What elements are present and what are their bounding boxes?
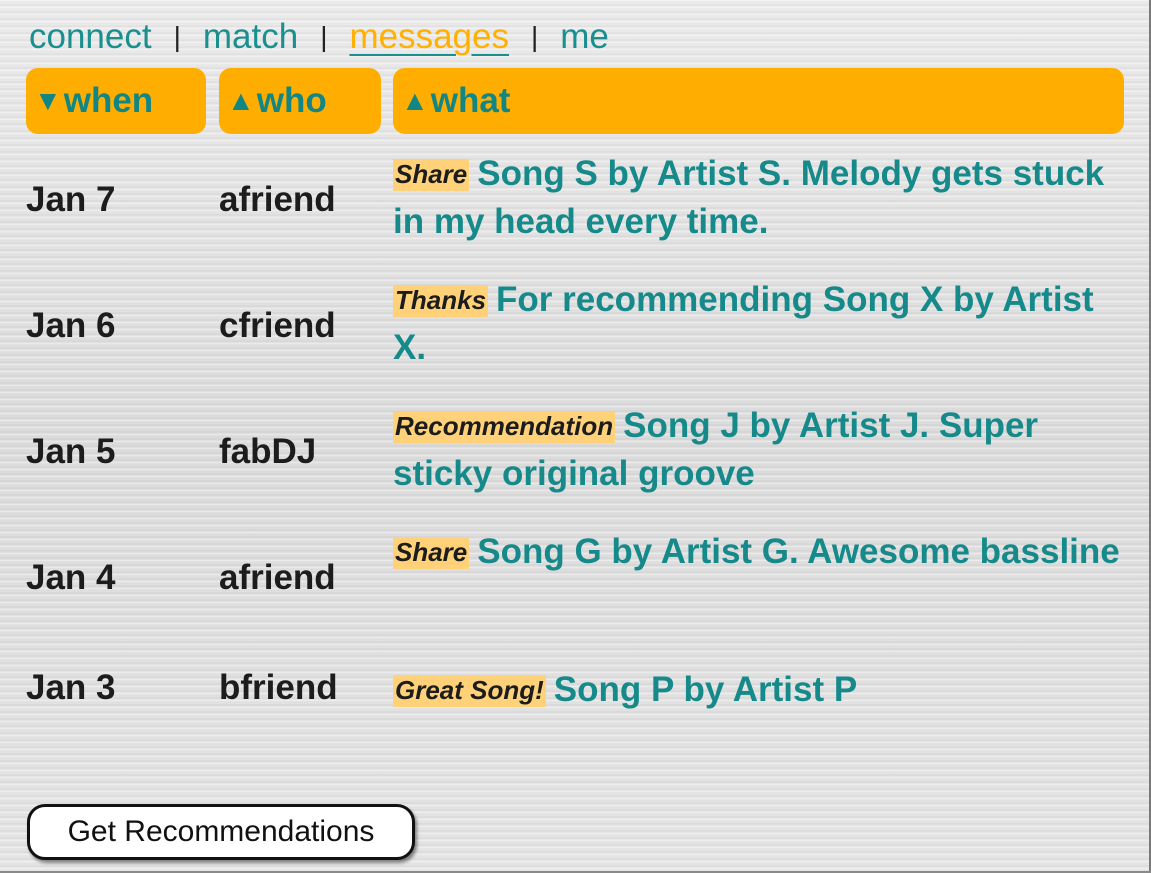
message-content[interactable]: Share Song S by Artist S. Melody gets stu… <box>393 150 1128 245</box>
message-tag: Recommendation <box>393 411 616 443</box>
message-date: Jan 3 <box>26 668 116 707</box>
nav-messages[interactable]: messages <box>349 17 509 57</box>
message-tag: Share <box>393 159 470 191</box>
sort-up-icon: ▲ <box>227 85 255 116</box>
nav-separator: | <box>320 21 328 52</box>
nav-connect[interactable]: connect <box>29 17 152 57</box>
message-text: Song G by Artist G. Awesome bassline <box>477 532 1120 571</box>
message-sender[interactable]: fabDJ <box>219 432 316 472</box>
top-nav: connect | match | messages | me <box>29 14 609 60</box>
get-recommendations-button[interactable]: Get Recommendations <box>27 804 415 860</box>
nav-separator: | <box>173 21 181 52</box>
message-sender[interactable]: cfriend <box>219 306 336 346</box>
sort-who-header[interactable]: ▲ who <box>219 68 381 134</box>
message-content[interactable]: Share Song G by Artist G. Awesome basslin… <box>393 528 1128 576</box>
message-sender[interactable]: bfriend <box>219 668 338 708</box>
header-label-what: what <box>430 81 511 120</box>
message-text: Song P by Artist P <box>553 670 858 709</box>
message-tag: Thanks <box>393 285 489 317</box>
message-date: Jan 5 <box>26 432 116 471</box>
message-sender[interactable]: afriend <box>219 180 336 220</box>
header-label-when: when <box>63 81 154 120</box>
message-date: Jan 7 <box>26 180 116 219</box>
sort-down-icon: ▼ <box>34 85 62 116</box>
sort-what-header[interactable]: ▲ what <box>393 68 1124 134</box>
message-date: Jan 4 <box>26 558 116 597</box>
nav-me[interactable]: me <box>560 17 609 57</box>
message-tag: Share <box>393 537 470 569</box>
message-sender[interactable]: afriend <box>219 558 336 598</box>
message-content[interactable]: Thanks For recommending Song X by Artist … <box>393 276 1128 371</box>
message-text: For recommending Song X by Artist X. <box>393 280 1094 367</box>
nav-match[interactable]: match <box>203 17 298 57</box>
message-content[interactable]: Recommendation Song J by Artist J. Super … <box>393 402 1128 497</box>
header-label-who: who <box>256 81 327 120</box>
message-text: Song S by Artist S. Melody gets stuck in… <box>393 154 1105 241</box>
nav-separator: | <box>531 21 539 52</box>
sort-when-header[interactable]: ▼ when <box>26 68 206 134</box>
message-tag: Great Song! <box>393 675 546 707</box>
message-date: Jan 6 <box>26 306 116 345</box>
message-content[interactable]: Great Song! Song P by Artist P <box>393 666 1128 714</box>
sort-up-icon: ▲ <box>401 85 429 116</box>
